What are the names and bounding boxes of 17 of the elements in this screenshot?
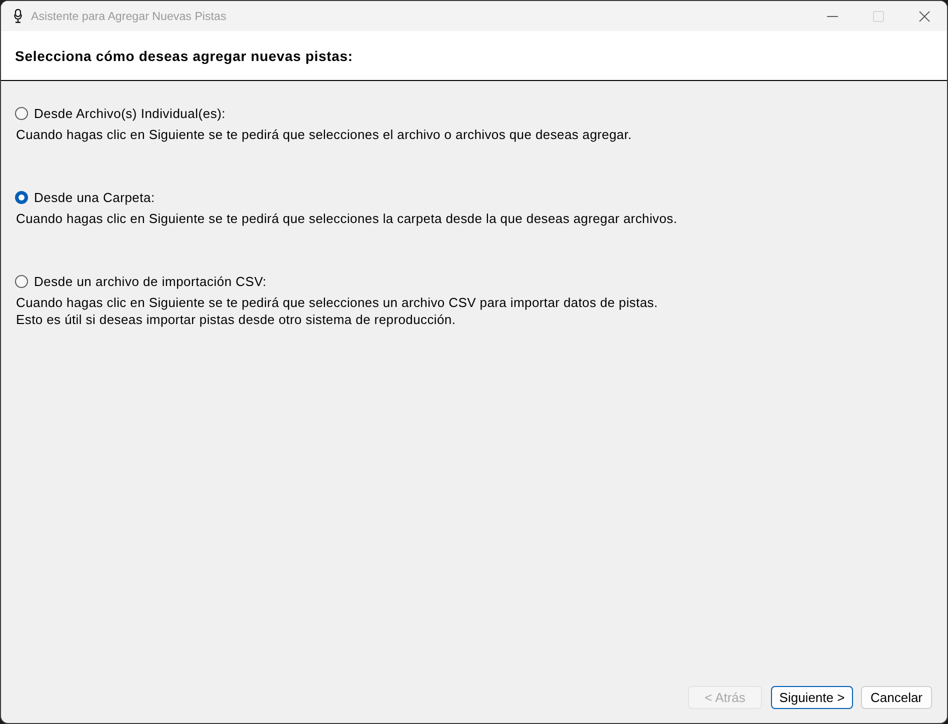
window-title: Asistente para Agregar Nuevas Pistas (31, 10, 228, 22)
option-label[interactable]: Desde Archivo(s) Individual(es): (34, 105, 226, 122)
option-description: Cuando hagas clic en Siguiente se te pedirá que selecciones la carpeta desde la que deseas agregar archivos. (16, 210, 678, 227)
option-description: Esto es útil si deseas importar pistas desde otro sistema de reproducción. (16, 311, 457, 328)
option-description: Cuando hagas clic en Siguiente se te pedirá que selecciones un archivo CSV para importar datos de pistas. (16, 294, 659, 311)
radio-button[interactable] (15, 107, 28, 120)
page-heading: Selecciona cómo deseas agregar nuevas pistas: (15, 48, 353, 64)
radio-button[interactable] (15, 191, 28, 204)
option-description: Cuando hagas clic en Siguiente se te pedirá que selecciones el archivo o archivos que deseas agregar. (16, 126, 633, 143)
option-label[interactable]: Desde una Carpeta: (34, 189, 155, 206)
microphone-icon (14, 9, 22, 23)
radio-button[interactable] (15, 275, 28, 288)
option-label[interactable]: Desde un archivo de importación CSV: (34, 273, 267, 290)
wizard-button[interactable]: Siguiente > (771, 686, 853, 709)
maximize-icon (872, 10, 884, 22)
close-icon (918, 10, 930, 22)
wizard-button[interactable]: Cancelar (861, 686, 932, 709)
